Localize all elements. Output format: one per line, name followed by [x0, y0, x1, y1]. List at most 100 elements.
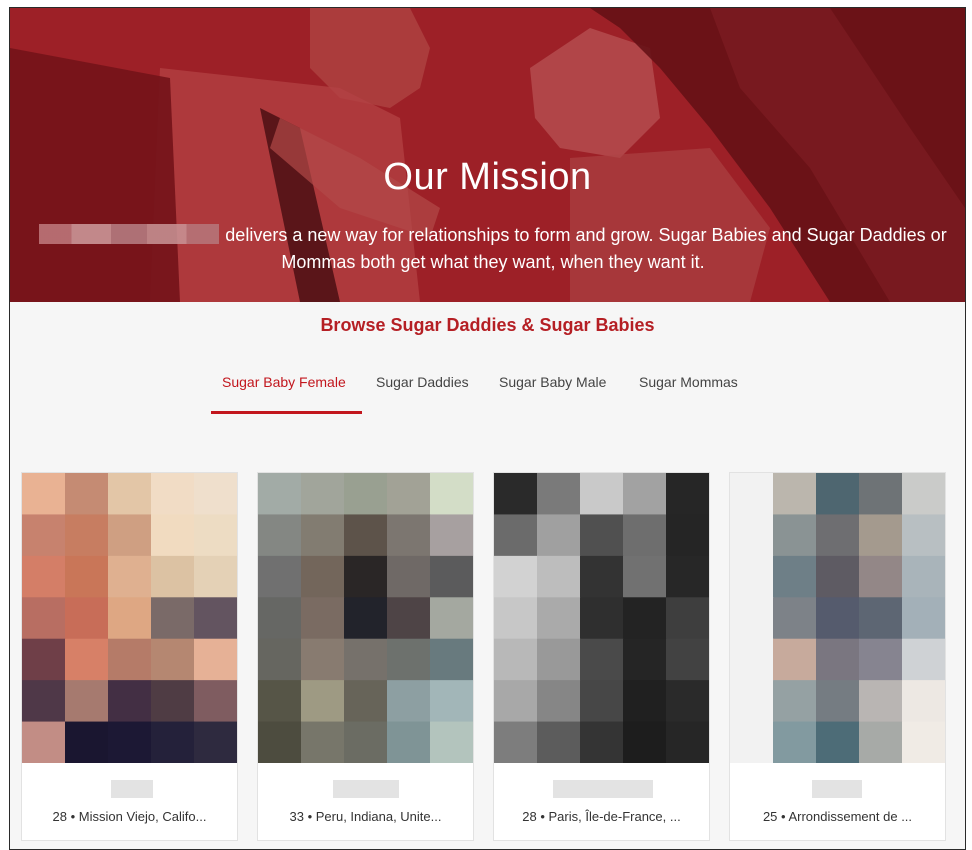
- photo-pixel-block: [430, 680, 473, 723]
- photo-pixel-block: [344, 514, 388, 557]
- photo-pixel-block: [859, 638, 903, 681]
- photo-pixel-block: [773, 721, 817, 763]
- photo-pixel-block: [194, 721, 237, 763]
- photo-pixel-block: [537, 473, 581, 515]
- profile-photo[interactable]: [22, 473, 237, 763]
- photo-pixel-block: [859, 514, 903, 557]
- photo-pixel-block: [859, 597, 903, 640]
- photo-pixel-block: [730, 680, 774, 723]
- photo-pixel-block: [151, 597, 195, 640]
- photo-pixel-block: [22, 555, 66, 598]
- profile-photo[interactable]: [494, 473, 709, 763]
- blurred-username: [333, 780, 399, 798]
- photo-pixel-block: [773, 555, 817, 598]
- photo-pixel-block: [623, 721, 667, 763]
- photo-pixel-block: [194, 680, 237, 723]
- profile-card[interactable]: 28 • Paris, Île-de-France, ...: [493, 472, 710, 841]
- photo-pixel-block: [773, 597, 817, 640]
- photo-pixel-block: [666, 680, 709, 723]
- photo-pixel-block: [344, 680, 388, 723]
- photo-pixel-block: [430, 514, 473, 557]
- photo-pixel-block: [344, 721, 388, 763]
- photo-pixel-block: [494, 555, 538, 598]
- photo-pixel-block: [301, 638, 345, 681]
- photo-pixel-block: [859, 555, 903, 598]
- photo-pixel-block: [580, 514, 624, 557]
- photo-pixel-block: [194, 555, 237, 598]
- profile-photo[interactable]: [730, 473, 945, 763]
- blurred-brand-name: [39, 224, 220, 244]
- photo-pixel-block: [65, 473, 109, 515]
- blurred-username: [553, 780, 653, 798]
- photo-pixel-block: [108, 514, 152, 557]
- tab-sugar-daddies[interactable]: Sugar Daddies: [376, 374, 469, 390]
- profile-age-location: 25 • Arrondissement de ...: [762, 809, 913, 824]
- photo-pixel-block: [537, 514, 581, 557]
- photo-pixel-block: [344, 597, 388, 640]
- photo-pixel-block: [387, 638, 431, 681]
- photo-pixel-block: [773, 638, 817, 681]
- photo-pixel-block: [108, 597, 152, 640]
- profile-card[interactable]: 33 • Peru, Indiana, Unite...: [257, 472, 474, 841]
- photo-pixel-block: [666, 721, 709, 763]
- photo-pixel-block: [258, 555, 302, 598]
- photo-pixel-block: [430, 473, 473, 515]
- photo-pixel-block: [151, 473, 195, 515]
- photo-pixel-block: [430, 597, 473, 640]
- photo-pixel-block: [773, 680, 817, 723]
- photo-pixel-block: [22, 680, 66, 723]
- photo-pixel-block: [65, 514, 109, 557]
- photo-pixel-block: [194, 638, 237, 681]
- photo-pixel-block: [623, 597, 667, 640]
- tab-sugar-baby-female[interactable]: Sugar Baby Female: [222, 374, 346, 390]
- photo-pixel-block: [258, 597, 302, 640]
- photo-pixel-block: [666, 473, 709, 515]
- photo-pixel-block: [387, 555, 431, 598]
- photo-pixel-block: [65, 680, 109, 723]
- photo-pixel-block: [301, 473, 345, 515]
- photo-pixel-block: [816, 721, 860, 763]
- active-tab-indicator: [211, 411, 362, 414]
- photo-pixel-block: [816, 597, 860, 640]
- photo-pixel-block: [430, 638, 473, 681]
- photo-pixel-block: [301, 597, 345, 640]
- photo-pixel-block: [537, 597, 581, 640]
- photo-pixel-block: [494, 473, 538, 515]
- photo-pixel-block: [730, 473, 774, 515]
- photo-pixel-block: [387, 473, 431, 515]
- photo-pixel-block: [258, 514, 302, 557]
- photo-pixel-block: [816, 473, 860, 515]
- photo-pixel-block: [65, 597, 109, 640]
- photo-pixel-block: [194, 597, 237, 640]
- page-frame: Our Mission delivers a new way for relat…: [9, 7, 966, 850]
- photo-pixel-block: [902, 514, 945, 557]
- profile-card[interactable]: 28 • Mission Viejo, Califo...: [21, 472, 238, 841]
- photo-pixel-block: [623, 638, 667, 681]
- photo-pixel-block: [258, 638, 302, 681]
- photo-pixel-block: [387, 514, 431, 557]
- profile-age-location: 28 • Mission Viejo, Califo...: [52, 809, 207, 824]
- photo-pixel-block: [730, 514, 774, 557]
- tab-sugar-baby-male[interactable]: Sugar Baby Male: [499, 374, 606, 390]
- photo-pixel-block: [301, 514, 345, 557]
- photo-pixel-block: [730, 555, 774, 598]
- photo-pixel-block: [816, 680, 860, 723]
- browse-title: Browse Sugar Daddies & Sugar Babies: [320, 315, 655, 335]
- profile-card[interactable]: 25 • Arrondissement de ...: [729, 472, 946, 841]
- profile-photo[interactable]: [258, 473, 473, 763]
- tab-sugar-mommas[interactable]: Sugar Mommas: [639, 374, 738, 390]
- profile-age-location: 28 • Paris, Île-de-France, ...: [522, 809, 681, 824]
- photo-pixel-block: [258, 721, 302, 763]
- photo-pixel-block: [537, 721, 581, 763]
- photo-pixel-block: [537, 638, 581, 681]
- photo-pixel-block: [194, 514, 237, 557]
- photo-pixel-block: [580, 721, 624, 763]
- photo-pixel-block: [194, 473, 237, 515]
- photo-pixel-block: [258, 680, 302, 723]
- photo-pixel-block: [623, 514, 667, 557]
- photo-pixel-block: [902, 473, 945, 515]
- photo-pixel-block: [902, 597, 945, 640]
- photo-pixel-block: [623, 473, 667, 515]
- hero-description-text: delivers a new way for relationships to …: [225, 225, 947, 272]
- photo-pixel-block: [387, 597, 431, 640]
